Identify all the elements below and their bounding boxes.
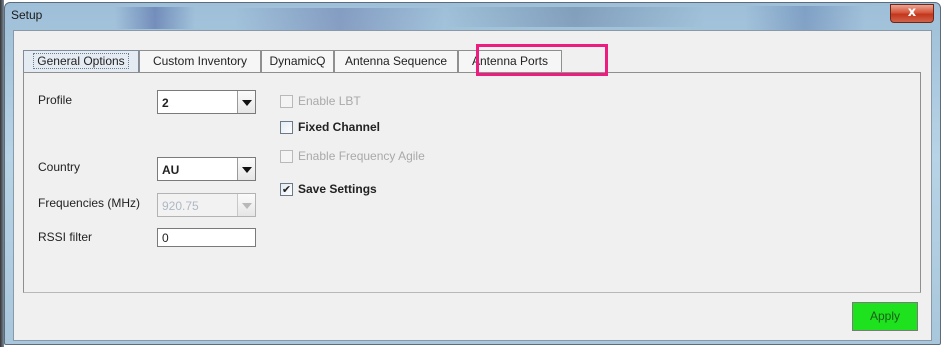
frequency-agile-label: Enable Frequency Agile — [298, 149, 425, 163]
country-label: Country — [38, 160, 81, 174]
dropdown-arrow-icon — [237, 194, 255, 216]
tab-antenna-ports[interactable]: Antenna Ports — [458, 50, 562, 72]
title-bar-blur — [115, 7, 195, 29]
setup-window: Setup x General Options Custom Inventory… — [4, 2, 941, 345]
frequencies-value: 920.75 — [162, 199, 199, 213]
tab-antenna-sequence[interactable]: Antenna Sequence — [334, 50, 458, 72]
dialog-body: General Options Custom Inventory Dynamic… — [13, 30, 932, 341]
tab-label: Antenna Ports — [471, 54, 549, 68]
close-icon: x — [907, 5, 917, 20]
profile-label: Profile — [38, 93, 73, 107]
enable-lbt-checkbox — [280, 95, 293, 108]
country-select[interactable]: AU — [157, 157, 256, 181]
fixed-channel-checkbox[interactable] — [280, 121, 293, 134]
rssi-filter-input[interactable]: 0 — [157, 228, 256, 247]
frequencies-label: Frequencies (MHz) — [38, 196, 141, 210]
tab-label: DynamicQ — [269, 54, 326, 68]
profile-select[interactable]: 2 — [157, 90, 256, 114]
checkmark-icon: ✔ — [281, 183, 292, 196]
tab-custom-inventory[interactable]: Custom Inventory — [139, 50, 261, 72]
close-button[interactable]: x — [890, 4, 934, 23]
apply-button[interactable]: Apply — [852, 302, 918, 331]
enable-lbt-label: Enable LBT — [298, 94, 361, 108]
title-bar[interactable]: Setup x — [5, 3, 940, 33]
rssi-filter-label: RSSI filter — [38, 230, 93, 244]
fixed-channel-label[interactable]: Fixed Channel — [298, 120, 380, 134]
title-bar-blur — [745, 6, 865, 30]
save-settings-checkbox[interactable]: ✔ — [280, 183, 293, 196]
window-title: Setup — [11, 8, 43, 22]
profile-value: 2 — [162, 96, 169, 110]
dropdown-arrow-icon[interactable] — [237, 158, 255, 180]
save-settings-label[interactable]: Save Settings — [298, 182, 377, 196]
tab-general-options[interactable]: General Options — [23, 50, 139, 73]
tab-label: General Options — [33, 53, 129, 69]
frequency-agile-checkbox — [280, 150, 293, 163]
general-options-panel: Profile 2 Country AU Frequencies (MHz) 9… — [23, 73, 921, 293]
title-bar-blur — [445, 7, 705, 27]
tab-label: Custom Inventory — [152, 54, 248, 68]
tab-label: Antenna Sequence — [344, 54, 448, 68]
tab-dynamicq[interactable]: DynamicQ — [261, 50, 334, 72]
dropdown-arrow-icon[interactable] — [237, 91, 255, 113]
country-value: AU — [162, 163, 180, 177]
frequencies-select: 920.75 — [157, 193, 256, 217]
title-bar-blur — [235, 8, 445, 30]
